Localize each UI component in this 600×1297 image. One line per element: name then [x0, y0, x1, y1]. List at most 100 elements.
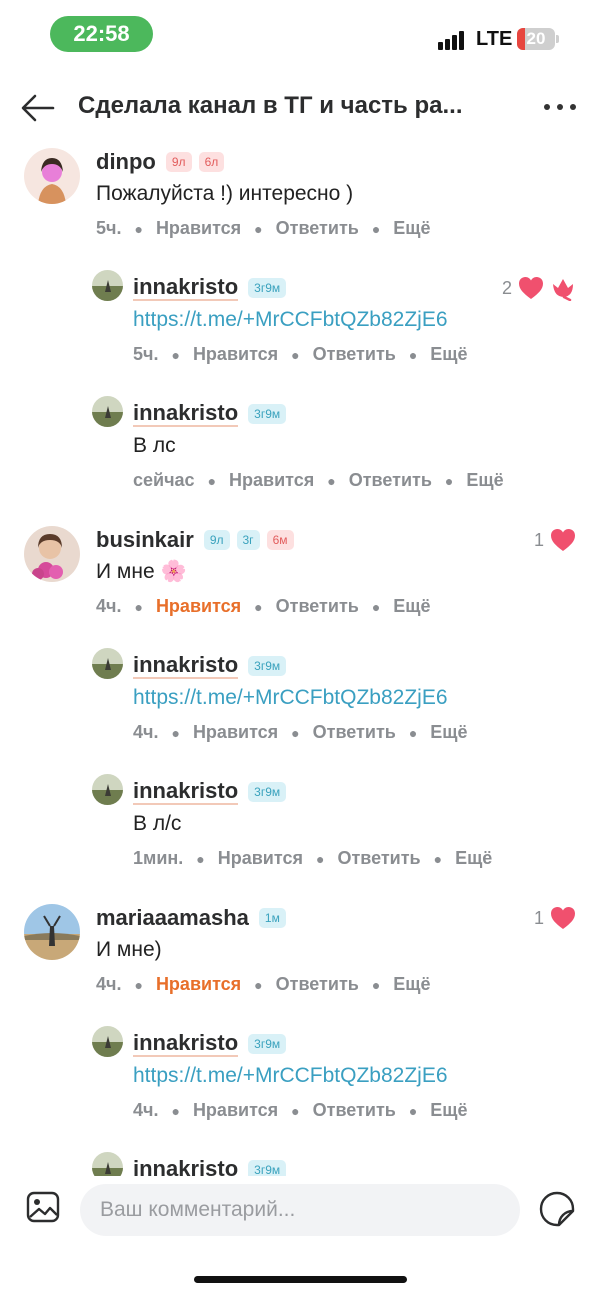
comment-input[interactable] — [80, 1184, 520, 1236]
author-name[interactable]: innakristo — [133, 1031, 239, 1057]
age-badge: 9л — [165, 152, 192, 172]
comment-text: И мне) — [96, 938, 162, 961]
comment-text: В л/с — [133, 812, 182, 835]
reply-item: innakristo 3г9м 2 https://t.me/+MrCCFbtQ… — [0, 270, 600, 398]
battery-cap — [556, 35, 559, 43]
author-name[interactable]: innakristo — [133, 401, 239, 427]
reply-button[interactable]: Ответить — [313, 722, 396, 743]
tulip-icon[interactable] — [550, 275, 576, 301]
like-count: 1 — [533, 529, 544, 550]
like-button[interactable]: Нравится — [193, 344, 278, 365]
author-name[interactable]: innakristo — [133, 1157, 238, 1177]
comment-item: businkair 9л 3г 6м 1 И мне 🌸 4ч. ● Нравит… — [0, 524, 600, 650]
like-button[interactable]: Нравится — [218, 848, 303, 869]
age-badge: 9л — [203, 530, 230, 550]
invite-link[interactable]: https://t.me/+MrCCFbtQZb82ZjE6 — [133, 1062, 600, 1090]
likes: 1 — [534, 524, 576, 556]
more-button[interactable]: Ещё — [393, 596, 430, 617]
age-badge: 6м — [266, 530, 294, 550]
avatar[interactable] — [24, 904, 80, 960]
more-button[interactable]: Ещё — [393, 218, 430, 239]
comment-time: 4ч. — [96, 596, 122, 616]
more-dots-icon[interactable] — [540, 94, 580, 120]
top-bar: Сделала канал в ТГ и часть ра... — [0, 78, 600, 138]
clock: 22:58 — [50, 16, 153, 52]
like-count: 1 — [533, 907, 544, 928]
more-button[interactable]: Ещё — [430, 1100, 467, 1121]
author-name[interactable]: innakristo — [133, 779, 239, 805]
comment-composer — [0, 1178, 600, 1248]
reply-button[interactable]: Ответить — [276, 218, 359, 239]
comment-time: 4ч. — [133, 1100, 159, 1120]
invite-link[interactable]: https://t.me/+MrCCFbtQZb82ZjE6 — [133, 684, 600, 712]
sticker-icon[interactable] — [538, 1190, 576, 1228]
comment-time: 4ч. — [96, 974, 122, 994]
reply-button[interactable]: Ответить — [313, 1100, 396, 1121]
age-badge: 6л — [198, 152, 225, 172]
reply-item: innakristo 3г9м https://t.me/+MrCCFbtQZb… — [0, 1026, 600, 1154]
comment-text: И мне 🌸 — [96, 560, 187, 583]
more-button[interactable]: Ещё — [430, 722, 467, 743]
more-button[interactable]: Ещё — [393, 974, 430, 995]
reply-button[interactable]: Ответить — [349, 470, 432, 491]
avatar[interactable] — [92, 270, 123, 301]
author-name[interactable]: dinpo — [96, 149, 156, 175]
reply-button[interactable]: Ответить — [276, 596, 359, 617]
reply-item: innakristo 3г9м https://t.me/+MrCCFbtQZb… — [0, 648, 600, 776]
age-badge: 3г9м — [248, 782, 287, 802]
heart-icon[interactable] — [550, 906, 576, 930]
age-badge: 3г9м — [248, 1034, 287, 1054]
more-button[interactable]: Ещё — [430, 344, 467, 365]
author-name[interactable]: innakristo — [133, 275, 239, 301]
avatar[interactable] — [92, 774, 123, 805]
avatar[interactable] — [92, 648, 123, 679]
avatar[interactable] — [24, 148, 80, 204]
page-title: Сделала канал в ТГ и часть ра... — [78, 92, 463, 119]
more-button[interactable]: Ещё — [466, 470, 503, 491]
comment-text: В лс — [133, 434, 176, 457]
reply-item: innakristo 3г9м В лс сейчас ● Нравится ● О… — [0, 396, 600, 524]
back-arrow-icon[interactable] — [20, 92, 56, 124]
avatar[interactable] — [92, 396, 123, 427]
comment-time: сейчас — [133, 470, 195, 490]
like-button[interactable]: Нравится — [193, 722, 278, 743]
age-badge: 1м — [258, 908, 286, 928]
heart-icon[interactable] — [518, 276, 544, 300]
like-count: 2 — [501, 277, 512, 298]
author-name[interactable]: mariaaamasha — [96, 905, 249, 931]
like-button[interactable]: Нравится — [156, 218, 241, 239]
comment-text: Пожалуйста !) интересно ) — [96, 182, 354, 205]
home-indicator — [194, 1276, 407, 1283]
avatar[interactable] — [92, 1152, 123, 1176]
battery-level: 20 — [526, 29, 546, 48]
heart-icon[interactable] — [550, 528, 576, 552]
comment-time: 4ч. — [133, 722, 159, 742]
avatar[interactable] — [24, 526, 80, 582]
image-icon[interactable] — [26, 1190, 60, 1224]
likes: 1 — [534, 902, 576, 934]
age-badge: 3г9м — [248, 656, 287, 676]
age-badge: 3г9м — [248, 278, 287, 298]
reply-button[interactable]: Ответить — [313, 344, 396, 365]
age-badge: 3г9м — [248, 404, 287, 424]
avatar[interactable] — [92, 1026, 123, 1057]
comment-time: 5ч. — [96, 218, 122, 238]
like-button[interactable]: Нравится — [156, 596, 241, 617]
more-button[interactable]: Ещё — [455, 848, 492, 869]
author-name[interactable]: innakristo — [133, 653, 239, 679]
age-badge: 3г9м — [248, 1160, 287, 1176]
comment-time: 5ч. — [133, 344, 159, 364]
comment-item: dinpo 9л 6л Пожалуйста !) интересно ) 5ч… — [0, 146, 600, 272]
network-type: LTE — [476, 28, 513, 50]
signal-icon — [438, 30, 468, 50]
reply-button[interactable]: Ответить — [276, 974, 359, 995]
likes: 2 — [502, 272, 576, 304]
reply-button[interactable]: Ответить — [337, 848, 420, 869]
like-button[interactable]: Нравится — [156, 974, 241, 995]
age-badge: 3г — [236, 530, 260, 550]
author-name[interactable]: businkair — [96, 527, 194, 553]
like-button[interactable]: Нравится — [193, 1100, 278, 1121]
invite-link[interactable]: https://t.me/+MrCCFbtQZb82ZjE6 — [133, 306, 600, 334]
comments-list[interactable]: dinpo 9л 6л Пожалуйста !) интересно ) 5ч… — [0, 146, 600, 1176]
like-button[interactable]: Нравится — [229, 470, 314, 491]
